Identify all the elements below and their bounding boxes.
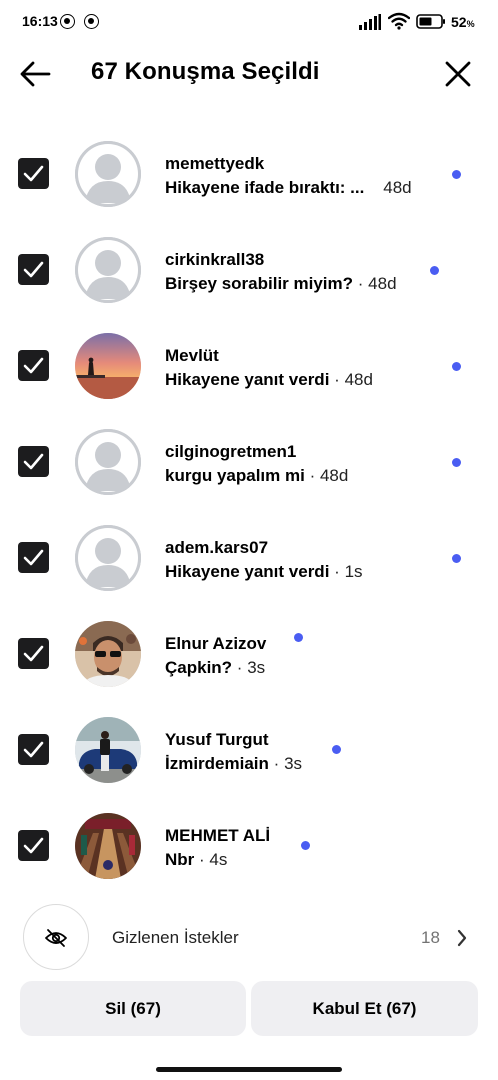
- conversation-username: Elnur Azizov: [165, 634, 267, 653]
- check-icon: [23, 357, 44, 374]
- check-icon: [23, 165, 44, 182]
- wifi-icon: [388, 12, 410, 30]
- check-icon: [23, 645, 44, 662]
- conversation-list: memettyedk Hikayene ifade bıraktı: ... 4…: [0, 126, 498, 894]
- checkbox-checked[interactable]: [18, 638, 49, 669]
- conversation-preview: Hikayene yanıt verdi · 48d: [165, 370, 373, 389]
- default-person-icon: [75, 525, 141, 591]
- conversation-row[interactable]: cilginogretmen1 kurgu yapalım mi · 48d: [0, 414, 498, 510]
- unread-indicator: [332, 745, 341, 754]
- default-avatar: [75, 141, 141, 207]
- back-arrow-icon[interactable]: [18, 56, 54, 92]
- sunset-photo: [75, 333, 141, 399]
- conversation-preview: Birşey sorabilir miyim? · 48d: [165, 274, 397, 293]
- accept-button[interactable]: Kabul Et (67): [251, 981, 478, 1036]
- unread-indicator: [301, 841, 310, 850]
- status-bar: 16:13 52%: [0, 0, 498, 44]
- eye-off-icon: [45, 929, 67, 947]
- conversation-preview: Nbr · 4s: [165, 850, 228, 869]
- conversation-username: cilginogretmen1: [165, 442, 297, 461]
- checkbox-checked[interactable]: [18, 254, 49, 285]
- conversation-username: cirkinkrall38: [165, 250, 265, 269]
- hidden-requests-row[interactable]: Gizlenen İstekler 18: [0, 902, 498, 972]
- check-icon: [23, 453, 44, 470]
- unread-indicator: [294, 633, 303, 642]
- checkbox-checked[interactable]: [18, 158, 49, 189]
- check-icon: [23, 549, 44, 566]
- unread-indicator: [452, 170, 461, 179]
- conversation-row[interactable]: memettyedk Hikayene ifade bıraktı: ... 4…: [0, 126, 498, 222]
- default-person-icon: [75, 237, 141, 303]
- conversation-username: memettyedk: [165, 154, 265, 173]
- conversation-preview: Hikayene yanıt verdi · 1s: [165, 562, 363, 581]
- default-avatar: [75, 525, 141, 591]
- checkbox-checked[interactable]: [18, 542, 49, 573]
- default-person-icon: [75, 141, 141, 207]
- man-sunglasses-photo: [75, 621, 141, 687]
- checkbox-checked[interactable]: [18, 350, 49, 381]
- default-person-icon: [75, 429, 141, 495]
- status-time: 16:13: [22, 13, 58, 29]
- unread-indicator: [452, 554, 461, 563]
- conversation-row[interactable]: adem.kars07 Hikayene yanıt verdi · 1s: [0, 510, 498, 606]
- check-icon: [23, 741, 44, 758]
- conversation-preview: Çapkin? · 3s: [165, 658, 266, 677]
- conversation-username: Yusuf Turgut: [165, 730, 269, 749]
- delete-button[interactable]: Sil (67): [20, 981, 246, 1036]
- chevron-right-icon: [457, 929, 467, 947]
- soccer-ball-icon: [60, 14, 75, 29]
- checkbox-checked[interactable]: [18, 734, 49, 765]
- page-title: 67 Konuşma Seçildi: [91, 58, 320, 85]
- profile-photo-man-sunglasses: [75, 621, 141, 687]
- profile-photo-man-car: [75, 717, 141, 783]
- profile-photo-sunset: [75, 333, 141, 399]
- conversation-row[interactable]: Yusuf Turgut İzmirdemiain · 3s: [0, 702, 498, 798]
- battery-percent: 52%: [451, 14, 475, 30]
- conversation-row[interactable]: Mevlüt Hikayene yanıt verdi · 48d: [0, 318, 498, 414]
- conversation-row[interactable]: MEHMET ALİ Nbr · 4s: [0, 798, 498, 894]
- checkbox-checked[interactable]: [18, 446, 49, 477]
- hidden-eye-container: [23, 904, 89, 970]
- conversation-username: MEHMET ALİ: [165, 826, 271, 845]
- bowling-photo: [75, 813, 141, 879]
- default-avatar: [75, 429, 141, 495]
- header: 67 Konuşma Seçildi: [0, 44, 498, 104]
- check-icon: [23, 261, 44, 278]
- conversation-row[interactable]: cirkinkrall38 Birşey sorabilir miyim? · …: [0, 222, 498, 318]
- default-avatar: [75, 237, 141, 303]
- conversation-preview: İzmirdemiain · 3s: [165, 754, 303, 773]
- conversation-row[interactable]: Elnur Azizov Çapkin? · 3s: [0, 606, 498, 702]
- unread-indicator: [452, 362, 461, 371]
- conversation-username: adem.kars07: [165, 538, 269, 557]
- checkbox-checked[interactable]: [18, 830, 49, 861]
- man-car-photo: [75, 717, 141, 783]
- profile-photo-bowling: [75, 813, 141, 879]
- conversation-preview: kurgu yapalım mi · 48d: [165, 466, 349, 485]
- soccer-ball-icon: [84, 14, 99, 29]
- conversation-username: Mevlüt: [165, 346, 219, 365]
- unread-indicator: [430, 266, 439, 275]
- close-icon[interactable]: [440, 56, 476, 92]
- home-indicator[interactable]: [156, 1067, 342, 1072]
- check-icon: [23, 837, 44, 854]
- conversation-preview: Hikayene ifade bıraktı: ... 48d: [165, 178, 412, 197]
- unread-indicator: [452, 458, 461, 467]
- hidden-requests-label: Gizlenen İstekler: [112, 928, 239, 947]
- battery-icon: [416, 14, 445, 29]
- signal-icon: [359, 14, 381, 30]
- hidden-requests-count: 18: [421, 928, 440, 947]
